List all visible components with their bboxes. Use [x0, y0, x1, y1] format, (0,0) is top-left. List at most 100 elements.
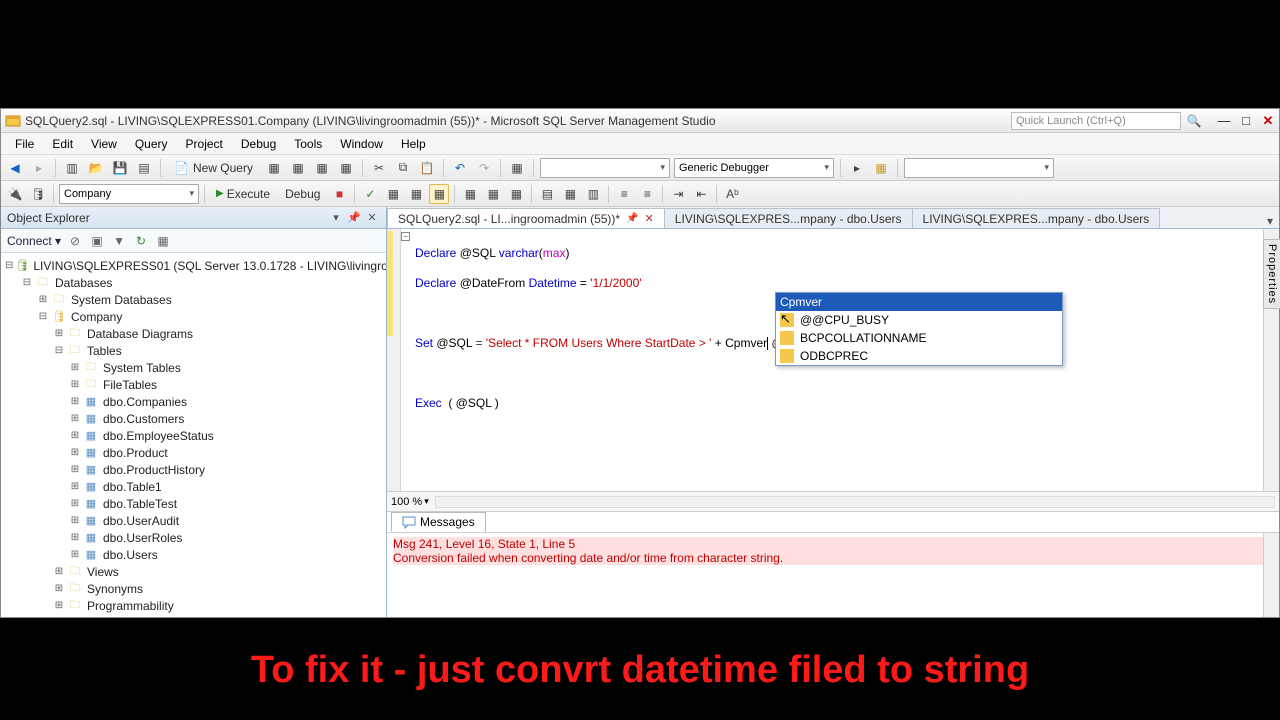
parse-icon[interactable]: ✓	[360, 184, 380, 204]
mdx-query-icon[interactable]: ▦	[288, 158, 308, 178]
estimated-plan-icon[interactable]: ▦	[383, 184, 403, 204]
tab-overflow-icon[interactable]: ▾	[1261, 214, 1279, 228]
menu-query[interactable]: Query	[127, 135, 176, 153]
outline-collapse-icon[interactable]: −	[401, 232, 410, 241]
live-stats-icon[interactable]: ▦	[483, 184, 503, 204]
tab-close-icon[interactable]: ✕	[645, 212, 654, 225]
new-query-button[interactable]: 📄 New Query	[167, 158, 260, 178]
intellisense-item[interactable]: ODBCPREC	[776, 347, 1062, 365]
indent-icon[interactable]: ⇥	[668, 184, 688, 204]
code-editor[interactable]: − Declare @SQL varchar(max) Declare @Dat…	[387, 229, 1279, 491]
filter-icon[interactable]: ▼	[111, 233, 127, 249]
database-combo[interactable]: Company▾	[59, 184, 199, 204]
menu-project[interactable]: Project	[178, 135, 231, 153]
menu-edit[interactable]: Edit	[44, 135, 81, 153]
debug-target-combo[interactable]: Generic Debugger▾	[674, 158, 834, 178]
change-connection-icon[interactable]: 🛢	[28, 184, 48, 204]
db-engine-query-icon[interactable]: ▦	[264, 158, 284, 178]
comment-icon[interactable]: ≡	[614, 184, 634, 204]
uncomment-icon[interactable]: ≡	[637, 184, 657, 204]
find-icon[interactable]: ▸	[847, 158, 867, 178]
table-node[interactable]: dbo.Companies	[101, 395, 189, 409]
undo-icon[interactable]: ↶	[450, 158, 470, 178]
menu-help[interactable]: Help	[393, 135, 434, 153]
close-button[interactable]: ✕	[1257, 110, 1279, 132]
horizontal-scrollbar[interactable]	[435, 496, 1275, 508]
panel-close-icon[interactable]: ✕	[364, 211, 380, 224]
minimize-button[interactable]: —	[1213, 110, 1235, 132]
intellisense-item[interactable]: @@CPU_BUSY	[776, 311, 1062, 329]
zoom-level[interactable]: 100 %	[391, 496, 422, 508]
table-node[interactable]: dbo.UserAudit	[101, 514, 181, 528]
table-node[interactable]: dbo.Table1	[101, 480, 164, 494]
new-project-icon[interactable]: ▥	[62, 158, 82, 178]
client-stats-icon[interactable]: ▦	[506, 184, 526, 204]
actual-plan-icon[interactable]: ▦	[460, 184, 480, 204]
system-tables-node[interactable]: System Tables	[101, 361, 183, 375]
sync-icon[interactable]: ▦	[155, 233, 171, 249]
xmla-query-icon[interactable]: ▦	[336, 158, 356, 178]
results-file-icon[interactable]: ▥	[583, 184, 603, 204]
refresh-icon[interactable]: ↻	[133, 233, 149, 249]
system-databases-node[interactable]: System Databases	[69, 293, 174, 307]
back-icon[interactable]: ◀	[5, 158, 25, 178]
save-icon[interactable]: 💾	[110, 158, 130, 178]
quick-launch-search-icon[interactable]: 🔍	[1185, 112, 1203, 130]
maximize-button[interactable]: □	[1235, 110, 1257, 132]
disconnect-icon[interactable]: ⊘	[67, 233, 83, 249]
table-node[interactable]: dbo.ProductHistory	[101, 463, 207, 477]
databases-node[interactable]: Databases	[53, 276, 114, 290]
company-db-node[interactable]: Company	[69, 310, 124, 324]
intellisense-popup[interactable]: Cpmver @@CPU_BUSY BCPCOLLATIONNAME ODBCP…	[775, 292, 1063, 366]
connect-button[interactable]: Connect ▾	[7, 234, 61, 248]
database-diagrams-node[interactable]: Database Diagrams	[85, 327, 195, 341]
debug-button[interactable]: Debug	[279, 184, 326, 204]
registered-servers-icon[interactable]: ▦	[871, 158, 891, 178]
tab-pin-icon[interactable]: 📌	[626, 213, 638, 224]
cancel-query-icon[interactable]: ■	[329, 184, 349, 204]
properties-tab[interactable]: Properties	[1263, 239, 1280, 309]
panel-dropdown-icon[interactable]: ▾	[328, 211, 344, 224]
messages-scrollbar[interactable]	[1263, 533, 1279, 617]
stop-icon[interactable]: ▣	[89, 233, 105, 249]
execute-button[interactable]: ▶Execute	[210, 184, 276, 204]
menu-window[interactable]: Window	[332, 135, 391, 153]
menu-tools[interactable]: Tools	[286, 135, 330, 153]
connect-icon[interactable]: 🔌	[5, 184, 25, 204]
dmx-query-icon[interactable]: ▦	[312, 158, 332, 178]
file-tables-node[interactable]: FileTables	[101, 378, 159, 392]
messages-tab[interactable]: Messages	[391, 512, 486, 532]
table-node[interactable]: dbo.Customers	[101, 412, 186, 426]
quick-launch-input[interactable]: Quick Launch (Ctrl+Q)	[1011, 112, 1181, 130]
object-explorer-tree[interactable]: ⊟🛢LIVING\SQLEXPRESS01 (SQL Server 13.0.1…	[1, 253, 386, 617]
synonyms-node[interactable]: Synonyms	[85, 582, 145, 596]
messages-pane[interactable]: Msg 241, Level 16, State 1, Line 5 Conve…	[387, 533, 1279, 617]
table-node[interactable]: dbo.EmployeeStatus	[101, 429, 216, 443]
paste-icon[interactable]: 📋	[417, 158, 437, 178]
menu-view[interactable]: View	[83, 135, 125, 153]
table-node[interactable]: dbo.Product	[101, 446, 170, 460]
outdent-icon[interactable]: ⇤	[691, 184, 711, 204]
results-grid-icon[interactable]: ▦	[560, 184, 580, 204]
intellisense-icon[interactable]: ▦	[429, 184, 449, 204]
programmability-node[interactable]: Programmability	[85, 599, 176, 613]
table-node[interactable]: dbo.UserRoles	[101, 531, 184, 545]
cut-icon[interactable]: ✂	[369, 158, 389, 178]
panel-pin-icon[interactable]: 📌	[346, 211, 362, 224]
intellisense-item[interactable]: BCPCOLLATIONNAME	[776, 329, 1062, 347]
specify-values-icon[interactable]: Aᵇ	[722, 184, 742, 204]
search-combo[interactable]: ▾	[904, 158, 1054, 178]
tables-folder-node[interactable]: Tables	[85, 344, 124, 358]
menu-file[interactable]: File	[7, 135, 42, 153]
solution-config-combo[interactable]: ▾	[540, 158, 670, 178]
table-node[interactable]: dbo.TableTest	[101, 497, 179, 511]
copy-icon[interactable]: ⧉	[393, 158, 413, 178]
intellisense-item-selected[interactable]: Cpmver	[776, 293, 1062, 311]
server-node[interactable]: LIVING\SQLEXPRESS01 (SQL Server 13.0.172…	[31, 259, 386, 273]
table-node[interactable]: dbo.Users	[101, 548, 160, 562]
open-icon[interactable]: 📂	[86, 158, 106, 178]
save-all-icon[interactable]: ▤	[134, 158, 154, 178]
doc-tab-active[interactable]: SQLQuery2.sql - LI...ingroomadmin (55))*…	[387, 208, 665, 228]
forward-icon[interactable]: ▸	[29, 158, 49, 178]
doc-tab[interactable]: LIVING\SQLEXPRES...mpany - dbo.Users	[912, 208, 1161, 228]
